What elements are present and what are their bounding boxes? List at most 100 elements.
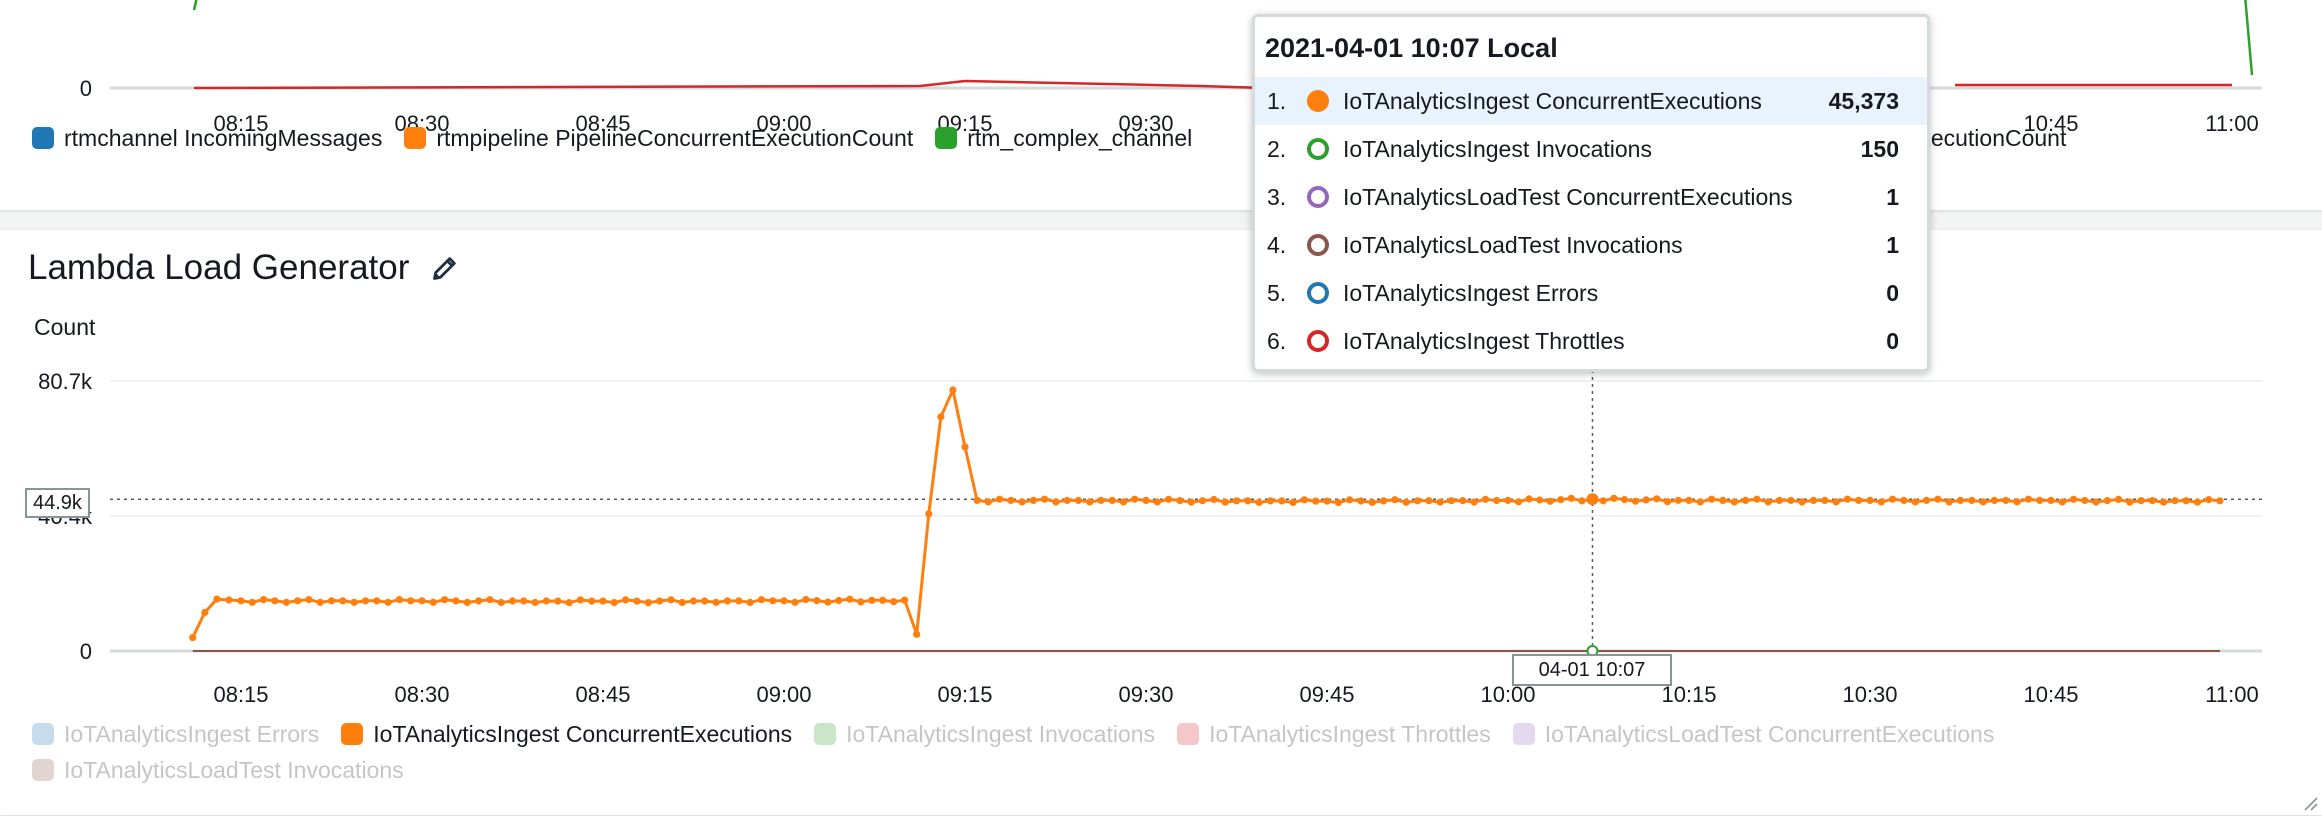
data-point: [1730, 498, 1738, 506]
data-point: [395, 596, 403, 604]
data-point: [1052, 498, 1060, 506]
series-line-concurrent-executions: [191, 385, 2221, 639]
data-point: [339, 597, 347, 605]
legend-label: IoTAnalyticsLoadTest Invocations: [64, 756, 404, 783]
x-tick: 08:30: [394, 682, 449, 707]
data-point: [1481, 495, 1489, 503]
data-point: [735, 597, 743, 605]
data-point: [1866, 496, 1874, 504]
data-point: [327, 597, 336, 605]
data-point: [1674, 496, 1682, 504]
resize-handle-icon[interactable]: [2300, 793, 2318, 811]
top-legend-item[interactable]: rtmchannel IncomingMessages: [32, 120, 382, 156]
legend-item[interactable]: IoTAnalyticsLoadTest Invocations: [32, 752, 404, 788]
top-panel: 008:1508:3008:4509:0009:1509:3009:4510:0…: [0, 0, 2322, 210]
data-point: [2216, 497, 2224, 505]
x-tick: 10:45: [2023, 682, 2078, 707]
data-point: [1063, 496, 1071, 504]
data-point: [723, 597, 732, 605]
tooltip-series-value: 1: [1886, 183, 1899, 210]
tooltip-row: 4. IoTAnalyticsLoadTest Invocations 1: [1255, 221, 1927, 269]
data-point: [237, 597, 245, 605]
data-point: [2115, 495, 2123, 503]
tooltip-row: 6. IoTAnalyticsIngest Throttles 0: [1255, 317, 1927, 365]
data-point: [2047, 496, 2055, 504]
data-point: [857, 598, 865, 606]
series-marker-icon: [1307, 186, 1329, 208]
data-point: [282, 598, 290, 606]
top-x-tick: 11:00: [2205, 111, 2258, 136]
data-point: [305, 596, 313, 604]
data-point: [835, 596, 843, 605]
data-point: [2092, 498, 2100, 506]
top-legend-item[interactable]: rtm_complex_channel: [935, 120, 1192, 156]
data-point: [520, 597, 528, 605]
data-point: [656, 597, 664, 605]
data-point: [1764, 498, 1772, 506]
data-point: [1199, 497, 1207, 505]
legend-swatch: [1177, 723, 1200, 745]
data-point: [925, 510, 933, 518]
x-tick: 09:30: [1118, 682, 1173, 707]
data-point: [2205, 496, 2213, 504]
tooltip-series-value: 45,373: [1828, 87, 1899, 114]
data-point: [1753, 495, 1761, 503]
top-series-line-green-right: [2244, 0, 2254, 76]
y-tick: 80.7k: [38, 369, 93, 394]
legend-item[interactable]: IoTAnalyticsIngest Throttles: [1177, 716, 1491, 752]
data-point: [1809, 496, 1817, 504]
tooltip-row: 1. IoTAnalyticsIngest ConcurrentExecution…: [1255, 77, 1927, 125]
x-tick: 11:00: [2205, 682, 2258, 707]
data-point: [452, 597, 460, 605]
legend-item[interactable]: IoTAnalyticsLoadTest ConcurrentExecution…: [1512, 716, 1995, 752]
data-point: [846, 595, 854, 603]
data-point: [384, 598, 392, 606]
data-point: [588, 597, 596, 605]
series-marker-icon: [1307, 282, 1329, 304]
data-point: [1244, 497, 1252, 505]
data-point: [712, 598, 720, 606]
data-point: [1855, 496, 1863, 504]
data-point: [429, 598, 437, 606]
data-point: [2024, 495, 2032, 503]
legend-item[interactable]: IoTAnalyticsIngest ConcurrentExecutions: [341, 716, 792, 752]
data-point: [542, 597, 551, 605]
tooltip-series-value: 1: [1886, 231, 1899, 258]
legend-label: IoTAnalyticsLoadTest ConcurrentExecution…: [1544, 720, 1995, 747]
x-tick: 09:45: [1299, 682, 1354, 707]
x-tick: 09:15: [937, 682, 992, 707]
legend-label: IoTAnalyticsIngest Invocations: [846, 720, 1156, 747]
data-point: [701, 597, 709, 605]
legend-item[interactable]: IoTAnalyticsIngest Invocations: [814, 716, 1155, 752]
data-point: [1621, 496, 1629, 504]
data-point: [599, 597, 607, 605]
data-point: [1798, 498, 1806, 506]
data-point: [1653, 495, 1661, 503]
data-point: [868, 596, 876, 604]
data-point: [260, 596, 268, 604]
data-point: [1300, 496, 1308, 504]
data-point: [1979, 498, 1987, 506]
data-point: [1119, 498, 1128, 506]
data-point: [225, 596, 233, 604]
data-point: [1696, 498, 1704, 506]
data-point: [913, 630, 921, 638]
legend-item[interactable]: IoTAnalyticsIngest Errors: [32, 716, 319, 752]
data-point: [475, 597, 483, 605]
data-point: [1131, 495, 1139, 503]
data-point: [1357, 497, 1365, 505]
legend-label: IoTAnalyticsIngest ConcurrentExecutions: [373, 720, 793, 747]
data-point: [1447, 497, 1455, 505]
data-point: [791, 598, 799, 606]
top-legend-item[interactable]: rtmpipeline PipelineConcurrentExecutionC…: [404, 120, 913, 156]
data-point: [1459, 497, 1467, 505]
data-point: [1900, 496, 1908, 504]
data-point: [294, 597, 302, 605]
data-point: [1493, 496, 1501, 505]
data-point: [1525, 495, 1533, 503]
data-point: [463, 598, 471, 606]
data-point: [2193, 498, 2201, 506]
tooltip-rank: 2.: [1267, 135, 1287, 162]
data-point: [622, 596, 630, 604]
tooltip-rank: 1.: [1267, 87, 1287, 114]
